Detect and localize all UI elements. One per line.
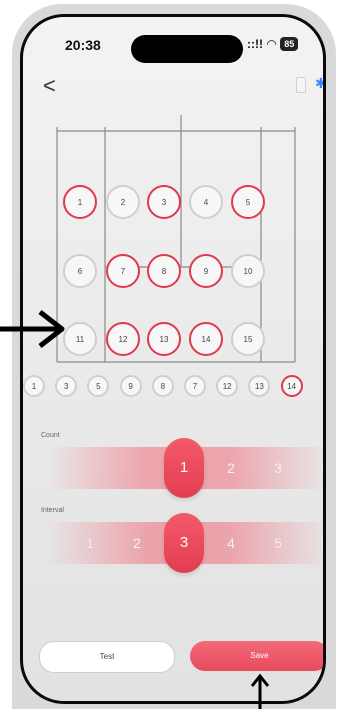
- interval-option-1[interactable]: 1: [75, 522, 105, 564]
- court-ball-15[interactable]: 15: [231, 322, 265, 356]
- interval-option-6[interactable]: 6: [310, 522, 323, 564]
- court-ball-1[interactable]: 1: [63, 185, 97, 219]
- court-ball-14[interactable]: 14: [189, 322, 223, 356]
- court-ball-6[interactable]: 6: [63, 254, 97, 288]
- court-ball-13[interactable]: 13: [147, 322, 181, 356]
- court-ball-2[interactable]: 2: [106, 185, 140, 219]
- court-ball-12[interactable]: 12: [106, 322, 140, 356]
- sequence-item[interactable]: 8: [151, 375, 174, 397]
- court-ball-9[interactable]: 9: [189, 254, 223, 288]
- interval-option-5[interactable]: 5: [263, 522, 293, 564]
- count-option-2[interactable]: 2: [216, 447, 246, 489]
- sequence-item[interactable]: 5: [87, 375, 110, 397]
- sequence-item[interactable]: 9: [119, 375, 142, 397]
- interval-option-4[interactable]: 4: [216, 522, 246, 564]
- court-ball-4[interactable]: 4: [189, 185, 223, 219]
- sequence-item[interactable]: 12: [216, 375, 239, 397]
- count-option-1-selected[interactable]: 1: [164, 438, 204, 498]
- count-option-3[interactable]: 3: [263, 447, 293, 489]
- sequence-item[interactable]: 14: [280, 375, 303, 397]
- interval-picker[interactable]: 123456: [47, 513, 323, 573]
- court-ball-3[interactable]: 3: [147, 185, 181, 219]
- count-picker[interactable]: 1234: [47, 438, 323, 498]
- court-ball-10[interactable]: 10: [231, 254, 265, 288]
- interval-option-2[interactable]: 2: [122, 522, 152, 564]
- sequence-item[interactable]: 3: [55, 375, 78, 397]
- interval-label: Interval: [41, 507, 64, 514]
- court-ball-8[interactable]: 8: [147, 254, 181, 288]
- save-button[interactable]: Save: [190, 641, 323, 671]
- sequence-item[interactable]: 13: [248, 375, 271, 397]
- court-ball-5[interactable]: 5: [231, 185, 265, 219]
- arrow-right-icon: [0, 310, 65, 348]
- arrow-up-icon: [250, 673, 270, 709]
- test-button[interactable]: Test: [39, 641, 175, 673]
- court-ball-7[interactable]: 7: [106, 254, 140, 288]
- count-label: Count: [41, 432, 60, 439]
- sequence-item[interactable]: 7: [184, 375, 206, 397]
- sequence-item[interactable]: 1: [23, 375, 45, 397]
- phone-screen: 20:38 ::!! ◠ 85 < ✱ 1 2 3 4 5 6 7 8 9 10 11 12 13 14 1…: [20, 14, 326, 704]
- interval-option-3-selected[interactable]: 3: [164, 513, 204, 573]
- count-option-4[interactable]: 4: [310, 447, 323, 489]
